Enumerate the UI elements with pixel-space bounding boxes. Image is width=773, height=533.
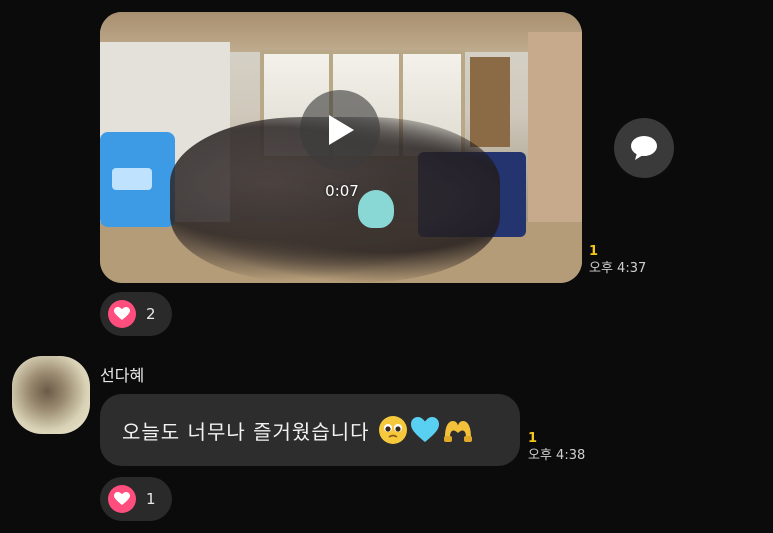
message-meta: 1 오후 4:38 (528, 430, 585, 464)
reaction-count: 1 (146, 490, 156, 508)
heart-icon (108, 485, 136, 513)
emoji-group (378, 415, 474, 445)
message-text: 오늘도 너무나 즐거웠습니다 (122, 419, 370, 444)
play-icon (329, 115, 354, 145)
reaction-chip[interactable]: 1 (100, 477, 172, 521)
unread-count: 1 (528, 431, 538, 446)
message-time: 오후 4:38 (528, 448, 586, 463)
unread-count: 1 (589, 244, 599, 259)
sender-name: 선다혜 (100, 366, 145, 385)
pleading-face-icon (378, 416, 407, 444)
video-message-thumbnail[interactable]: 0:07 (100, 12, 582, 283)
message-bubble[interactable]: 오늘도 너무나 즐거웠습니다 (100, 394, 520, 466)
avatar[interactable] (12, 356, 90, 434)
speech-bubble-icon (631, 136, 657, 160)
light-blue-heart-icon (410, 417, 439, 442)
heart-hands-icon (443, 421, 472, 442)
reaction-count: 2 (146, 305, 156, 323)
play-button[interactable] (300, 90, 380, 170)
heart-icon (108, 300, 136, 328)
message-meta: 1 오후 4:37 (589, 243, 646, 277)
share-button[interactable] (614, 118, 674, 178)
video-duration: 0:07 (325, 182, 359, 200)
reaction-chip[interactable]: 2 (100, 292, 172, 336)
message-time: 오후 4:37 (589, 261, 647, 276)
